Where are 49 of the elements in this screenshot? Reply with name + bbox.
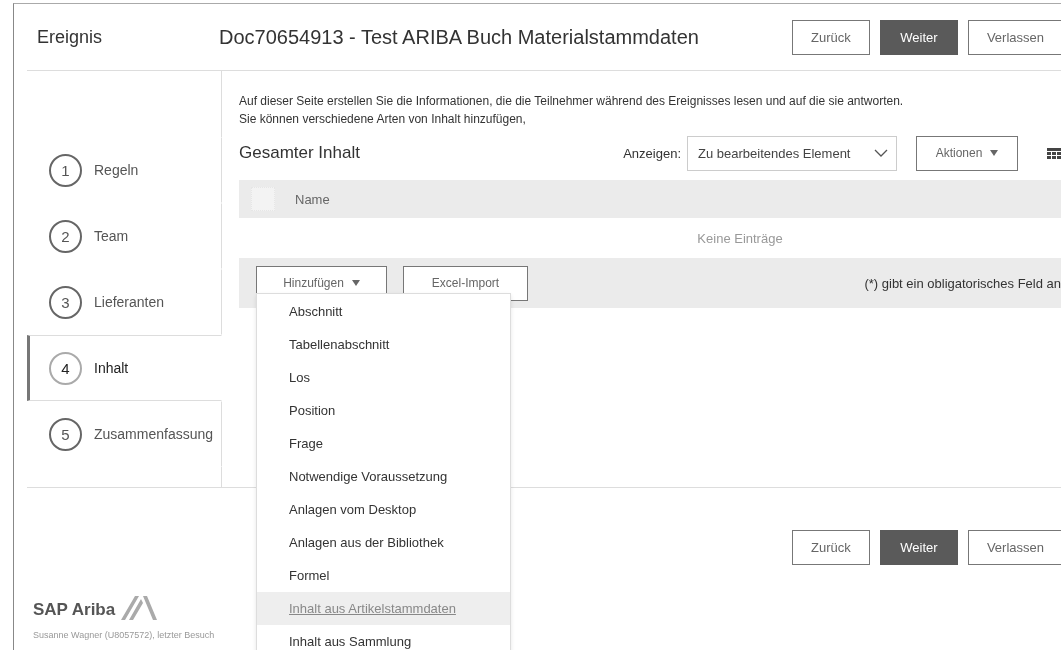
caret-icon xyxy=(990,150,999,156)
menu-item[interactable]: Formel xyxy=(257,559,510,592)
step-label: Lieferanten xyxy=(94,294,165,310)
step-number: 4 xyxy=(49,351,82,385)
next-button[interactable]: Weiter xyxy=(879,530,958,565)
actions-button[interactable]: Aktionen xyxy=(916,135,1018,171)
step-number: 2 xyxy=(49,219,82,253)
document-title: Doc70654913 - Test ARIBA Buch Materialstammdaten xyxy=(219,25,700,49)
logo-icon xyxy=(121,596,158,620)
intro-text: Sie können verschiedene Arten von Inhalt hinzufügen, xyxy=(239,111,527,128)
menu-item[interactable]: Anlagen aus der Bibliothek xyxy=(257,526,510,559)
next-button[interactable]: Weiter xyxy=(879,19,958,55)
step-item[interactable]: 2 Team xyxy=(27,203,222,269)
chevron-down-icon xyxy=(874,149,888,157)
nav-button[interactable]: Zurück xyxy=(791,19,870,55)
step-number: 5 xyxy=(49,417,82,451)
nav-button[interactable]: Verlassen xyxy=(967,19,1061,55)
step-number: 1 xyxy=(49,153,82,187)
filter-label: Anzeigen: xyxy=(623,145,681,161)
nav-button[interactable]: Verlassen xyxy=(967,530,1061,565)
section-title: Ereignis xyxy=(36,26,104,48)
step-item[interactable]: 4 Inhalt xyxy=(27,335,222,401)
step-label: Regeln xyxy=(94,162,139,178)
intro-text: Auf dieser Seite erstellen Sie die Informationen, die die Teilnehmer während des Ereignisses lesen und auf die sie antworten. xyxy=(239,93,905,110)
menu-item[interactable]: Anlagen vom Desktop xyxy=(257,493,510,526)
caret-icon xyxy=(351,280,360,286)
content-title: Gesamter Inhalt xyxy=(239,143,361,163)
step-number: 3 xyxy=(49,285,82,319)
empty-message: Keine Einträge xyxy=(697,230,783,246)
step-item[interactable]: 1 Regeln xyxy=(27,137,222,203)
menu-item[interactable]: Notwendige Voraussetzung xyxy=(257,460,510,493)
step-item[interactable]: 3 Lieferanten xyxy=(27,269,222,335)
step-label: Inhalt xyxy=(94,360,129,376)
filter-select[interactable]: Zu bearbeitendes Element xyxy=(687,135,897,171)
table-icon[interactable] xyxy=(1047,147,1061,159)
menu-item[interactable]: Inhalt aus Sammlung xyxy=(257,625,510,650)
step-label: Team xyxy=(94,228,129,244)
user-info: Susanne Wagner (U8057572), letzter Besuch xyxy=(32,630,216,640)
step-label: Zusammenfassung xyxy=(94,426,214,442)
menu-item[interactable]: Frage xyxy=(257,427,510,460)
menu-item[interactable]: Los xyxy=(257,361,510,394)
nav-button[interactable]: Zurück xyxy=(791,530,870,565)
menu-item[interactable]: Tabellenabschnitt xyxy=(257,328,510,361)
required-note: (*) gibt ein obligatorisches Feld an xyxy=(864,275,1061,291)
menu-item[interactable]: Position xyxy=(257,394,510,427)
column-header: Name xyxy=(295,191,330,207)
brand-logo: SAP Ariba xyxy=(33,600,116,620)
step-item[interactable]: 5 Zusammenfassung xyxy=(27,401,222,467)
menu-item[interactable]: Abschnitt xyxy=(257,295,510,328)
